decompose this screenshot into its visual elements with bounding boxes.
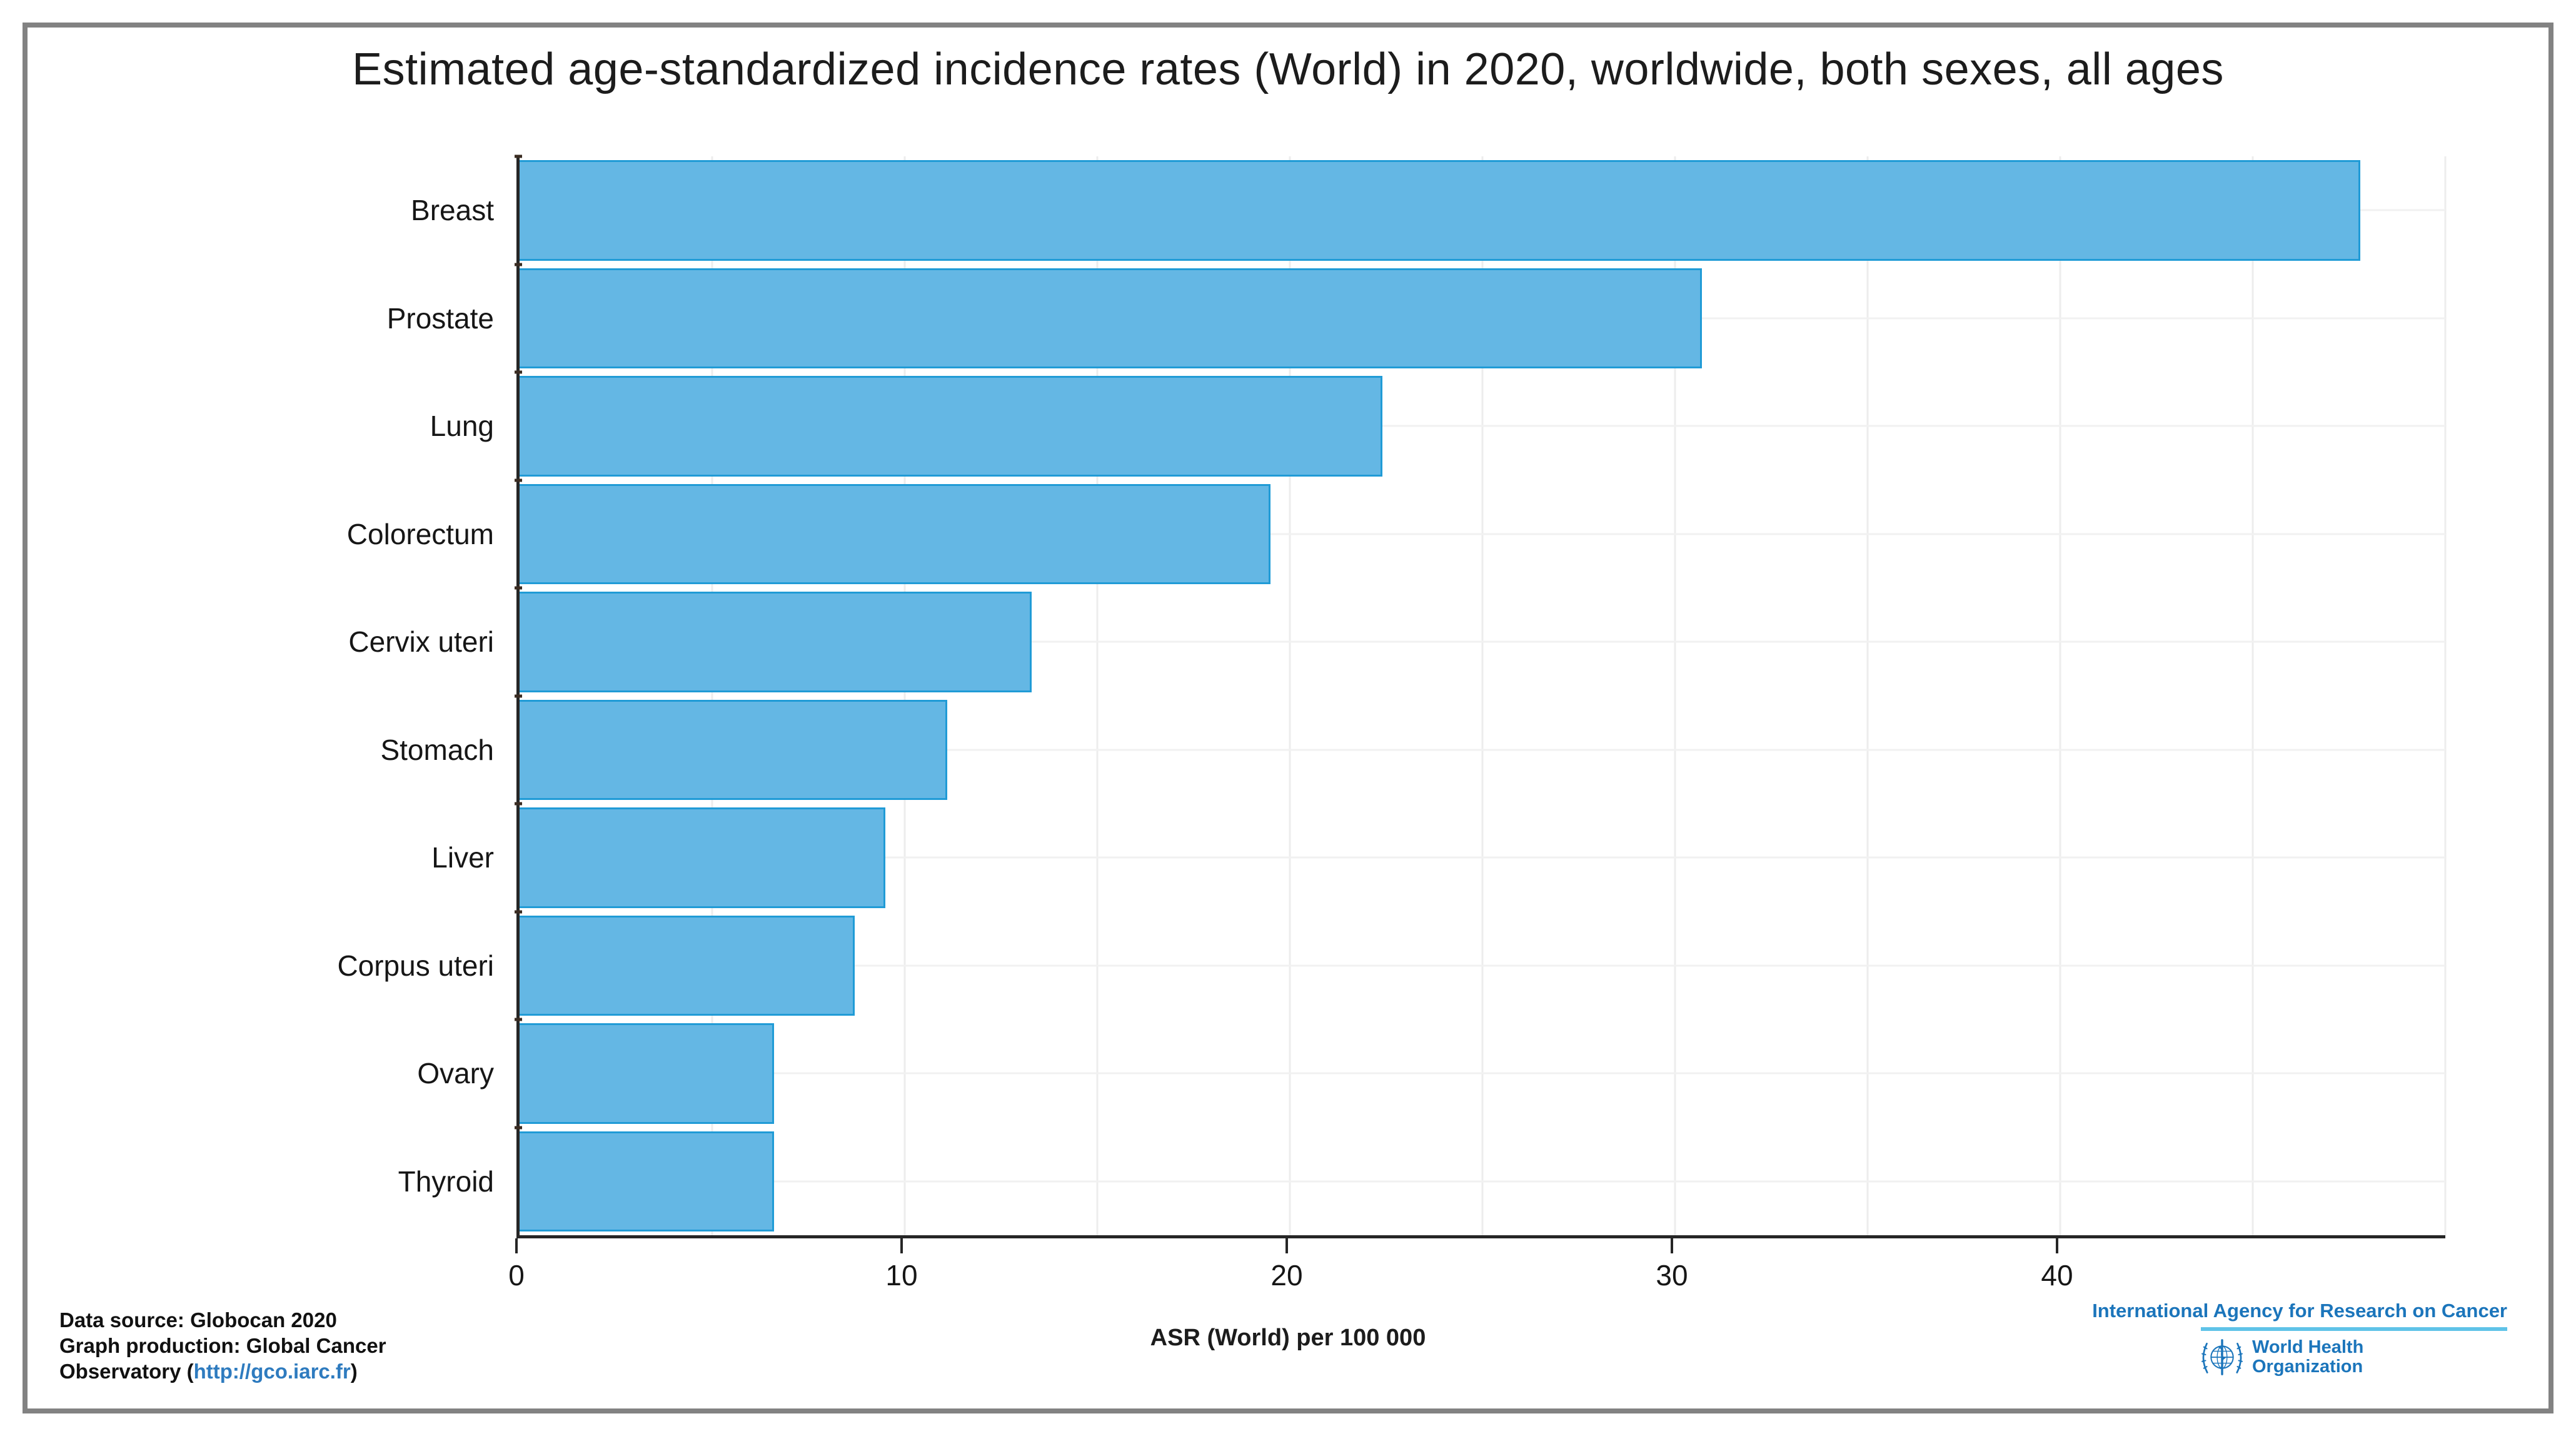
bar-prostate (520, 268, 1702, 369)
bar-rows (520, 156, 2445, 1235)
bar-row (520, 696, 2445, 804)
who-emblem-icon (2201, 1336, 2243, 1378)
category-label: Stomach (38, 696, 494, 804)
x-tick-label: 10 (885, 1258, 917, 1292)
x-tick-label: 30 (1656, 1258, 1688, 1292)
who-logo-text: World Health Organization (2252, 1338, 2363, 1377)
y-axis-tick (515, 478, 522, 482)
who-logo: World Health Organization (2201, 1336, 2363, 1378)
y-axis-tick (515, 910, 522, 913)
bar-row (520, 912, 2445, 1020)
bar-row (520, 1019, 2445, 1128)
bar-row (520, 480, 2445, 589)
iarc-logo-text: International Agency for Research on Can… (2092, 1300, 2507, 1322)
category-label: Corpus uteri (38, 912, 494, 1020)
bar-lung (520, 376, 1382, 477)
bar-row (520, 804, 2445, 912)
bar-row (520, 372, 2445, 480)
category-label: Liver (38, 804, 494, 912)
source-line-1: Data source: Globocan 2020 (59, 1307, 386, 1333)
plot-area (516, 156, 2445, 1238)
y-axis-tick (515, 371, 522, 374)
source-line-3: Observatory (http://gco.iarc.fr) (59, 1358, 386, 1384)
logo-block: International Agency for Research on Can… (2201, 1300, 2507, 1378)
x-tick-mark (900, 1238, 903, 1253)
bar-row (520, 588, 2445, 696)
y-axis-tick (515, 1018, 522, 1021)
gco-link[interactable]: http://gco.iarc.fr (194, 1360, 351, 1383)
who-text-line-2: Organization (2252, 1357, 2363, 1377)
bar-thyroid (520, 1131, 774, 1232)
bar-row (520, 1128, 2445, 1236)
source-note: Data source: Globocan 2020 Graph product… (59, 1307, 386, 1384)
category-label: Lung (38, 372, 494, 480)
bar-cervix-uteri (520, 592, 1032, 692)
category-label: Cervix uteri (38, 588, 494, 696)
horizontal-gridline (520, 1180, 2445, 1182)
x-tick-label: 40 (2041, 1258, 2073, 1292)
bar-liver (520, 807, 885, 908)
y-axis-tick (515, 802, 522, 806)
x-tick-mark (1285, 1238, 1288, 1253)
source-line-2: Graph production: Global Cancer (59, 1333, 386, 1358)
category-label: Thyroid (38, 1128, 494, 1236)
y-axis-tick (515, 263, 522, 266)
y-axis-tick (515, 155, 522, 158)
category-labels: BreastProstateLungColorectumCervix uteri… (38, 156, 494, 1235)
horizontal-gridline (520, 1073, 2445, 1074)
x-tick-mark (1671, 1238, 1673, 1253)
chart-title: Estimated age-standardized incidence rat… (0, 44, 2576, 95)
x-axis-title: ASR (World) per 100 000 (0, 1325, 2576, 1352)
x-tick-mark (2056, 1238, 2058, 1253)
who-text-line-1: World Health (2252, 1338, 2363, 1357)
bar-corpus-uteri (520, 916, 855, 1016)
y-axis-tick (515, 587, 522, 590)
bar-colorectum (520, 484, 1270, 585)
x-axis-ticks: 010203040 (516, 1238, 2442, 1307)
category-label: Breast (38, 156, 494, 265)
y-axis-tick (515, 1126, 522, 1129)
category-label: Ovary (38, 1019, 494, 1128)
category-label: Prostate (38, 265, 494, 373)
x-tick-mark (515, 1238, 518, 1253)
bar-row (520, 156, 2445, 265)
bar-ovary (520, 1023, 774, 1124)
x-tick-label: 0 (508, 1258, 525, 1292)
x-tick-label: 20 (1270, 1258, 1302, 1292)
source-line-3-prefix: Observatory ( (59, 1360, 194, 1383)
y-axis-tick (515, 694, 522, 697)
bar-stomach (520, 700, 947, 801)
bar-row (520, 265, 2445, 373)
category-label: Colorectum (38, 480, 494, 589)
source-line-3-suffix: ) (351, 1360, 358, 1383)
iarc-logo-underline (2201, 1327, 2507, 1331)
bar-breast (520, 160, 2360, 261)
